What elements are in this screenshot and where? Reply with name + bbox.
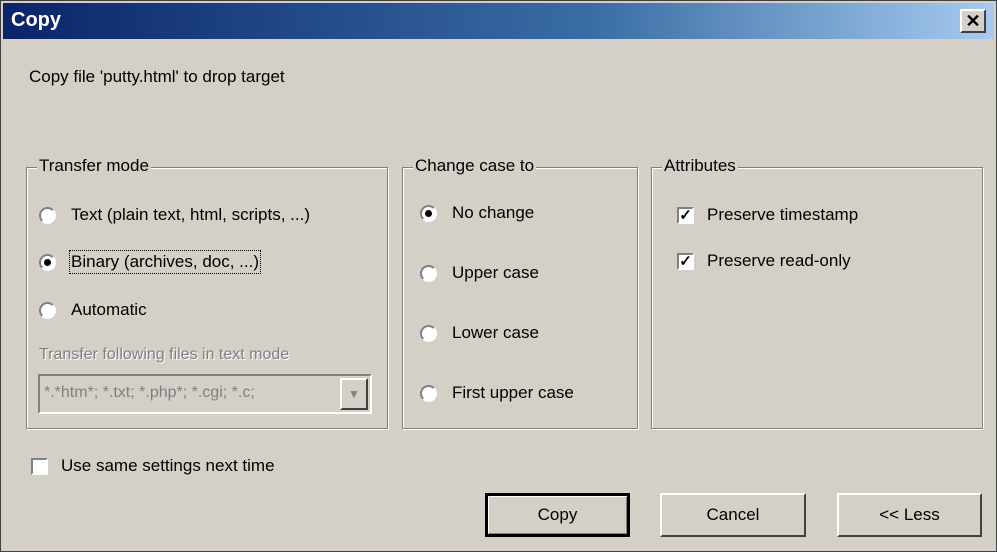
radio-selected-icon bbox=[420, 204, 437, 222]
checkbox-preserve-timestamp[interactable]: ✓ Preserve timestamp bbox=[677, 205, 858, 225]
radio-icon bbox=[420, 324, 437, 342]
cancel-button[interactable]: Cancel bbox=[660, 493, 806, 537]
radio-lower-case[interactable]: Lower case bbox=[420, 323, 539, 343]
radio-first-upper-case[interactable]: First upper case bbox=[420, 383, 574, 403]
radio-no-change[interactable]: No change bbox=[420, 203, 534, 223]
radio-icon bbox=[420, 264, 437, 282]
radio-icon bbox=[39, 301, 56, 319]
radio-automatic-label: Automatic bbox=[71, 300, 147, 319]
checkmark-icon: ✓ bbox=[677, 252, 694, 270]
attributes-legend: Attributes bbox=[662, 156, 738, 176]
preserve-read-only-label: Preserve read-only bbox=[707, 251, 851, 270]
change-case-legend: Change case to bbox=[413, 156, 537, 176]
text-mode-files-combo[interactable]: *.*htm*; *.txt; *.php*; *.cgi; *.c; ▼ bbox=[38, 374, 372, 414]
radio-lower-case-label: Lower case bbox=[452, 323, 539, 342]
checkmark-icon: ✓ bbox=[677, 206, 694, 224]
window-title: Copy bbox=[11, 9, 61, 31]
preserve-timestamp-label: Preserve timestamp bbox=[707, 205, 859, 224]
radio-text-label: Text (plain text, html, scripts, ...) bbox=[71, 205, 311, 224]
radio-first-upper-case-label: First upper case bbox=[452, 383, 574, 402]
radio-upper-case-label: Upper case bbox=[452, 263, 539, 282]
radio-text-mode[interactable]: Text (plain text, html, scripts, ...) bbox=[39, 205, 310, 225]
radio-binary-mode[interactable]: Binary (archives, doc, ...) bbox=[39, 250, 262, 274]
same-settings-label: Use same settings next time bbox=[61, 456, 275, 475]
copy-message: Copy file 'putty.html' to drop target bbox=[29, 67, 285, 86]
radio-upper-case[interactable]: Upper case bbox=[420, 263, 539, 283]
checkbox-same-settings[interactable]: Use same settings next time bbox=[31, 456, 275, 476]
radio-icon bbox=[39, 206, 56, 224]
less-button[interactable]: << Less bbox=[837, 493, 982, 537]
chevron-down-icon[interactable]: ▼ bbox=[340, 378, 368, 410]
close-icon: ✕ bbox=[965, 11, 981, 31]
title-bar[interactable]: Copy ✕ bbox=[3, 3, 994, 39]
checkbox-preserve-read-only[interactable]: ✓ Preserve read-only bbox=[677, 251, 851, 271]
text-mode-files-label: Transfer following files in text mode bbox=[39, 346, 290, 363]
checkbox-icon bbox=[31, 457, 48, 475]
transfer-mode-legend: Transfer mode bbox=[37, 156, 151, 176]
close-button[interactable]: ✕ bbox=[960, 9, 986, 33]
radio-no-change-label: No change bbox=[452, 203, 535, 222]
text-mode-files-value: *.*htm*; *.txt; *.php*; *.cgi; *.c; bbox=[44, 384, 255, 401]
copy-dialog: Copy ✕ Copy file 'putty.html' to drop ta… bbox=[0, 0, 997, 552]
radio-icon bbox=[420, 384, 437, 402]
copy-button[interactable]: Copy bbox=[485, 493, 630, 537]
radio-selected-icon bbox=[39, 253, 56, 271]
radio-binary-label: Binary (archives, doc, ...) bbox=[68, 250, 262, 274]
radio-automatic-mode[interactable]: Automatic bbox=[39, 300, 147, 320]
